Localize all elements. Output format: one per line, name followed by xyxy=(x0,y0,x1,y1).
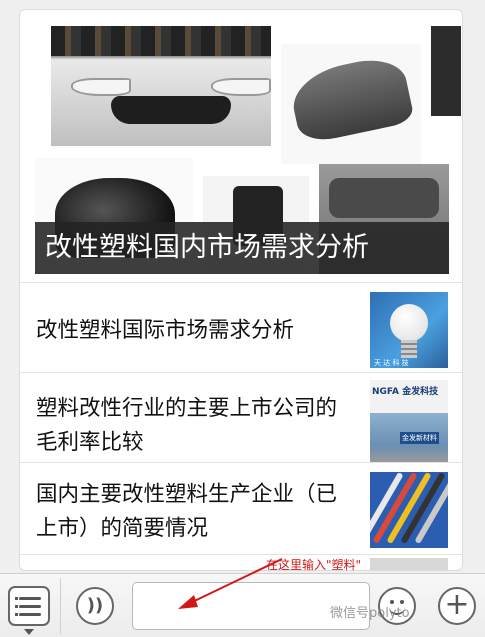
news-title[interactable]: 改性塑料国际市场需求分析 xyxy=(36,314,356,348)
part-image xyxy=(431,26,461,116)
cable-image xyxy=(370,472,448,548)
hero-title[interactable]: 改性塑料国内市场需求分析 xyxy=(35,222,449,274)
car-bumper-image xyxy=(51,26,271,146)
factory-brand-text: NGFA 金发科技 xyxy=(372,387,439,397)
factory-image: NGFA 金发科技 金发新材料 xyxy=(370,380,448,462)
news-title[interactable]: 国内主要改性塑料生产企业（已上市）的简要情况 xyxy=(36,478,356,546)
factory-sign-text: 金发新材料 xyxy=(400,432,439,444)
list-menu-icon[interactable] xyxy=(8,586,50,626)
watermark: 微信号polyto xyxy=(330,606,410,621)
news-item[interactable]: 国内主要改性塑料生产企业（已上市）的简要情况 xyxy=(20,462,462,554)
voice-icon[interactable]: )) xyxy=(76,587,114,625)
article-image xyxy=(370,558,448,570)
bumper-image xyxy=(281,44,421,164)
annotation-text: 在这里输入"塑料" xyxy=(266,558,362,572)
caret-down-icon xyxy=(24,629,34,635)
news-item[interactable]: 塑料改性行业的主要上市公司的毛利率比较 NGFA 金发科技 金发新材料 xyxy=(20,372,462,464)
news-title[interactable]: 塑料改性行业的主要上市公司的毛利率比较 xyxy=(36,392,356,460)
news-item[interactable]: 改性塑料国际市场需求分析 天 达 科 技 xyxy=(20,282,462,374)
article-card: 改性塑料国内市场需求分析 改性塑料国际市场需求分析 天 达 科 技 塑料改性行业… xyxy=(19,9,463,571)
plus-icon[interactable]: + xyxy=(438,587,476,625)
divider xyxy=(60,578,61,634)
led-bulb-image: 天 达 科 技 xyxy=(370,292,448,368)
hero-article[interactable]: 改性塑料国内市场需求分析 xyxy=(35,26,461,274)
